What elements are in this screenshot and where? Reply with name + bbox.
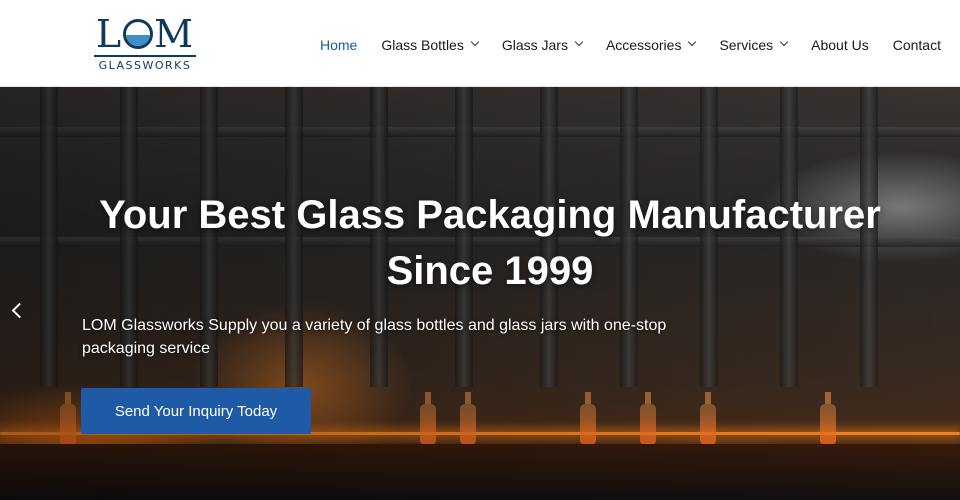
- nav-item-about-us[interactable]: About Us: [811, 37, 869, 53]
- hero-subtitle-line: packaging service: [82, 340, 211, 357]
- hero-banner: Your Best Glass Packaging Manufacturer S…: [0, 87, 960, 500]
- hero-subtitle-line: LOM Glassworks Supply you a variety of g…: [82, 317, 667, 334]
- nav-item-glass-jars[interactable]: Glass Jars: [501, 37, 584, 53]
- main-nav: Home Glass Bottles Glass Jars Accessorie…: [320, 35, 960, 55]
- hero-title: Your Best Glass Packaging Manufacturer S…: [60, 187, 920, 299]
- chevron-left-icon: [11, 302, 28, 318]
- hero-title-line: Since 1999: [386, 249, 594, 293]
- nav-item-label: Contact: [892, 37, 941, 53]
- logo-mark: LM: [95, 12, 195, 56]
- hero-title-line: Your Best Glass Packaging Manufacturer: [99, 193, 881, 237]
- site-header: LM GLASSWORKS Home Glass Bottles Glass J…: [0, 0, 960, 87]
- hero-subtitle: LOM Glassworks Supply you a variety of g…: [82, 314, 762, 360]
- chevron-down-icon: [574, 37, 584, 47]
- nav-item-accessories[interactable]: Accessories: [605, 37, 697, 53]
- chevron-down-icon: [688, 37, 697, 47]
- nav-item-services[interactable]: Services: [719, 37, 789, 53]
- nav-item-label: Home: [320, 37, 358, 53]
- logo-subtitle: GLASSWORKS: [94, 55, 196, 72]
- chevron-down-icon: [779, 37, 789, 47]
- nav-item-label: Glass Jars: [501, 37, 568, 53]
- nav-item-label: Services: [719, 37, 774, 53]
- send-inquiry-button[interactable]: Send Your Inquiry Today: [81, 388, 311, 434]
- nav-item-home[interactable]: Home: [320, 37, 357, 53]
- nav-item-label: Glass Bottles: [381, 37, 464, 53]
- logo-bottle-icon: [123, 19, 154, 49]
- nav-item-label: About Us: [811, 37, 869, 53]
- chevron-down-icon: [470, 37, 480, 47]
- nav-item-label: Accessories: [605, 37, 682, 53]
- carousel-prev-button[interactable]: [6, 299, 28, 321]
- brand-logo[interactable]: LM GLASSWORKS: [94, 14, 196, 74]
- nav-item-contact[interactable]: Contact: [893, 37, 941, 53]
- nav-item-glass-bottles[interactable]: Glass Bottles: [381, 37, 480, 53]
